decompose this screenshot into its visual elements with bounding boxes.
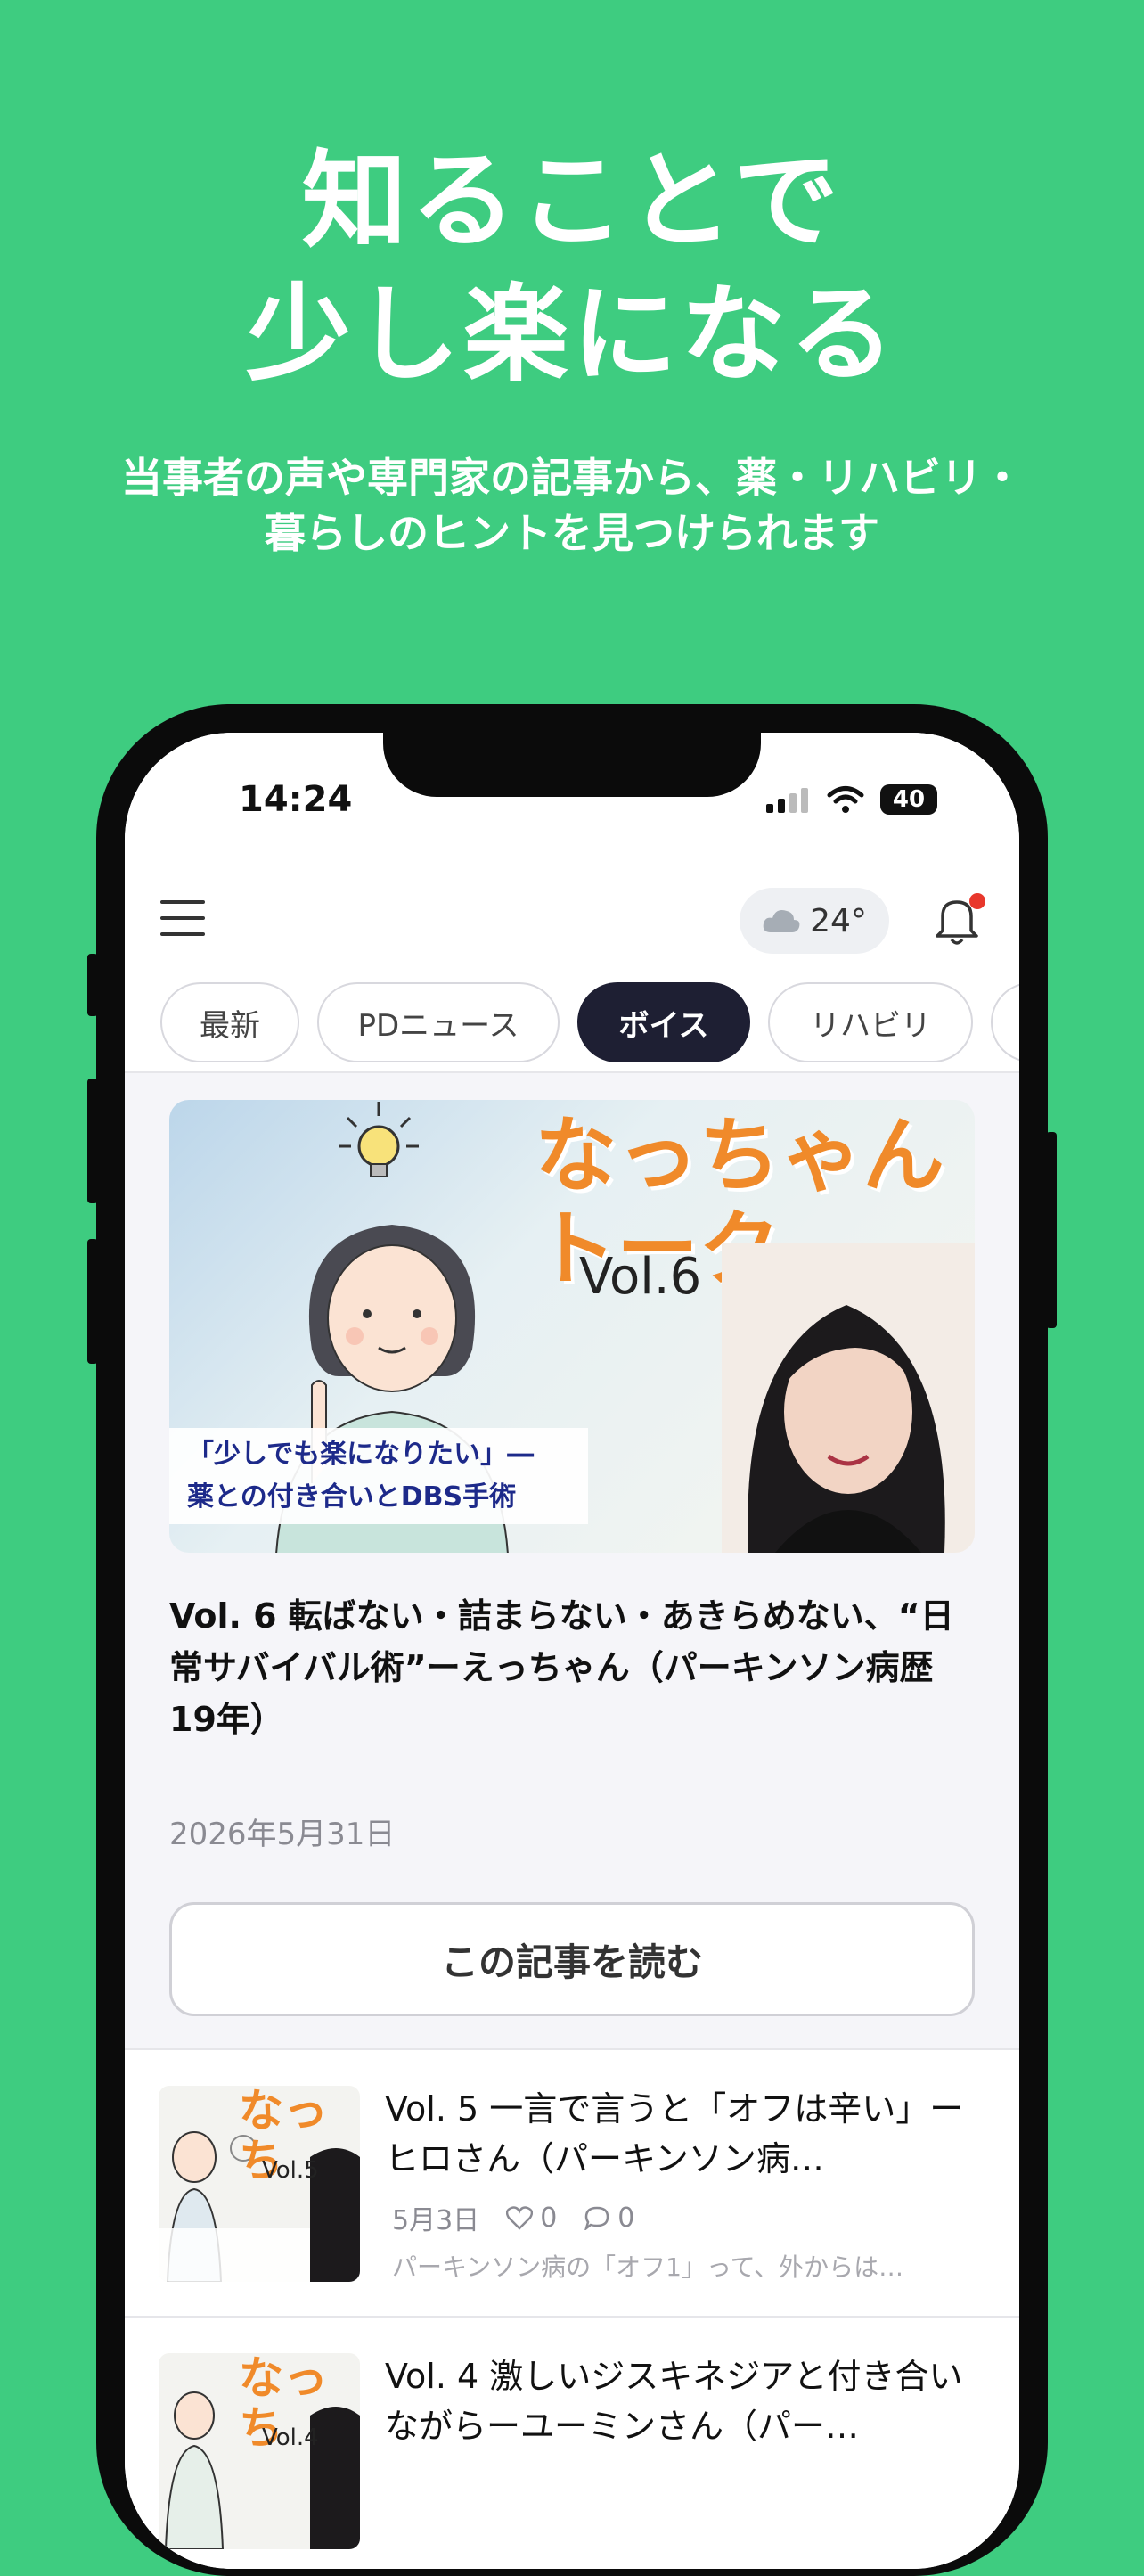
article-excerpt: パーキンソン病の「オフ1」って、外からは… — [392, 2252, 904, 2282]
notification-bell-icon[interactable] — [932, 893, 985, 947]
cloud-icon — [763, 910, 800, 932]
featured-article-date: 2026年5月31日 — [169, 1817, 396, 1852]
thumbnail-vol: Vol.4 — [262, 2424, 319, 2451]
status-icons: 40 — [766, 784, 937, 815]
caption-line-2: 薬との付き合いとDBS手術 — [187, 1481, 517, 1513]
list-item[interactable]: なっち Vol.4 Vol. 4 激しいジスキネジアと付き合いながらーユーミンさ… — [125, 2316, 1019, 2569]
article-date: 5月3日 — [392, 2205, 480, 2236]
hamburger-menu-icon[interactable] — [160, 900, 205, 938]
signal-icon — [766, 788, 808, 813]
article-thumbnail: なっち Vol.4 — [159, 2353, 360, 2549]
article-title: Vol. 5 一言で言うと「オフは辛い」ーヒロさん（パーキンソン病… — [385, 2089, 964, 2178]
mute-switch — [87, 954, 98, 1016]
tab-next-partial[interactable] — [991, 982, 1019, 1062]
wifi-icon — [827, 786, 864, 813]
phone-frame: 14:24 40 24° 最新 PDニュース ボイス リハビリ なっちゃん トー… — [87, 704, 1057, 2576]
tab-voice[interactable]: ボイス — [577, 982, 750, 1062]
comment-icon — [584, 2206, 609, 2230]
featured-article-image[interactable]: なっちゃん トーク Vol.6 「少しでも楽になりたい」― 薬との付き合いとDB… — [169, 1100, 975, 1553]
like-count[interactable]: 0 — [506, 2203, 557, 2234]
featured-image-vol: Vol.6 — [579, 1248, 702, 1306]
tab-rehab[interactable]: リハビリ — [768, 982, 973, 1062]
subline-line-2: 暮らしのヒントを見つけられます — [265, 509, 879, 557]
category-tabs: 最新 PDニュース ボイス リハビリ — [125, 964, 1019, 1073]
thumbnail-vol: Vol.5 — [262, 2157, 319, 2184]
tab-pd-news[interactable]: PDニュース — [317, 982, 560, 1062]
status-time: 14:24 — [239, 779, 353, 820]
lightbulb-icon — [339, 1102, 419, 1177]
article-thumbnail: なっち Vol.5 — [159, 2086, 360, 2282]
article-meta: 5月3日 0 0 — [392, 2198, 634, 2237]
comment-count[interactable]: 0 — [584, 2203, 634, 2234]
notch — [383, 733, 761, 797]
app-bar: 24° — [125, 857, 1019, 964]
heart-icon — [506, 2206, 534, 2230]
caption-line-1: 「少しでも楽になりたい」― — [187, 1439, 535, 1470]
temperature-text: 24° — [810, 902, 867, 939]
portrait-photo — [722, 1243, 975, 1553]
volume-down-button — [87, 1239, 98, 1364]
promo-subline: 当事者の声や専門家の記事から、薬・リハビリ・ 暮らしのヒントを見つけられます — [0, 450, 1144, 561]
headline-line-2: 少し楽になる — [245, 273, 898, 396]
read-article-button[interactable]: この記事を読む — [169, 1902, 975, 2016]
phone-screen: 14:24 40 24° 最新 PDニュース ボイス リハビリ なっちゃん トー… — [125, 733, 1019, 2569]
weather-badge[interactable]: 24° — [740, 888, 889, 954]
article-title: Vol. 4 激しいジスキネジアと付き合いながらーユーミンさん（パー… — [385, 2357, 963, 2446]
power-button — [1046, 1132, 1057, 1328]
featured-image-caption: 「少しでも楽になりたい」― 薬との付き合いとDBS手術 — [169, 1428, 588, 1524]
subline-line-1: 当事者の声や専門家の記事から、薬・リハビリ・ — [121, 454, 1023, 502]
promo-headline: 知ることで 少し楽になる — [0, 134, 1144, 401]
volume-up-button — [87, 1079, 98, 1203]
list-item[interactable]: なっち Vol.5 Vol. 5 一言で言うと「オフは辛い」ーヒロさん（パーキン… — [125, 2048, 1019, 2316]
featured-article-title[interactable]: Vol. 6 転ばない・詰まらない・あきらめない、“日常サバイバル術”ーえっちゃ… — [169, 1590, 971, 1745]
notification-dot — [969, 893, 985, 909]
battery-icon: 40 — [880, 784, 937, 815]
headline-line-1: 知ることで — [301, 139, 843, 262]
tab-latest[interactable]: 最新 — [160, 982, 299, 1062]
